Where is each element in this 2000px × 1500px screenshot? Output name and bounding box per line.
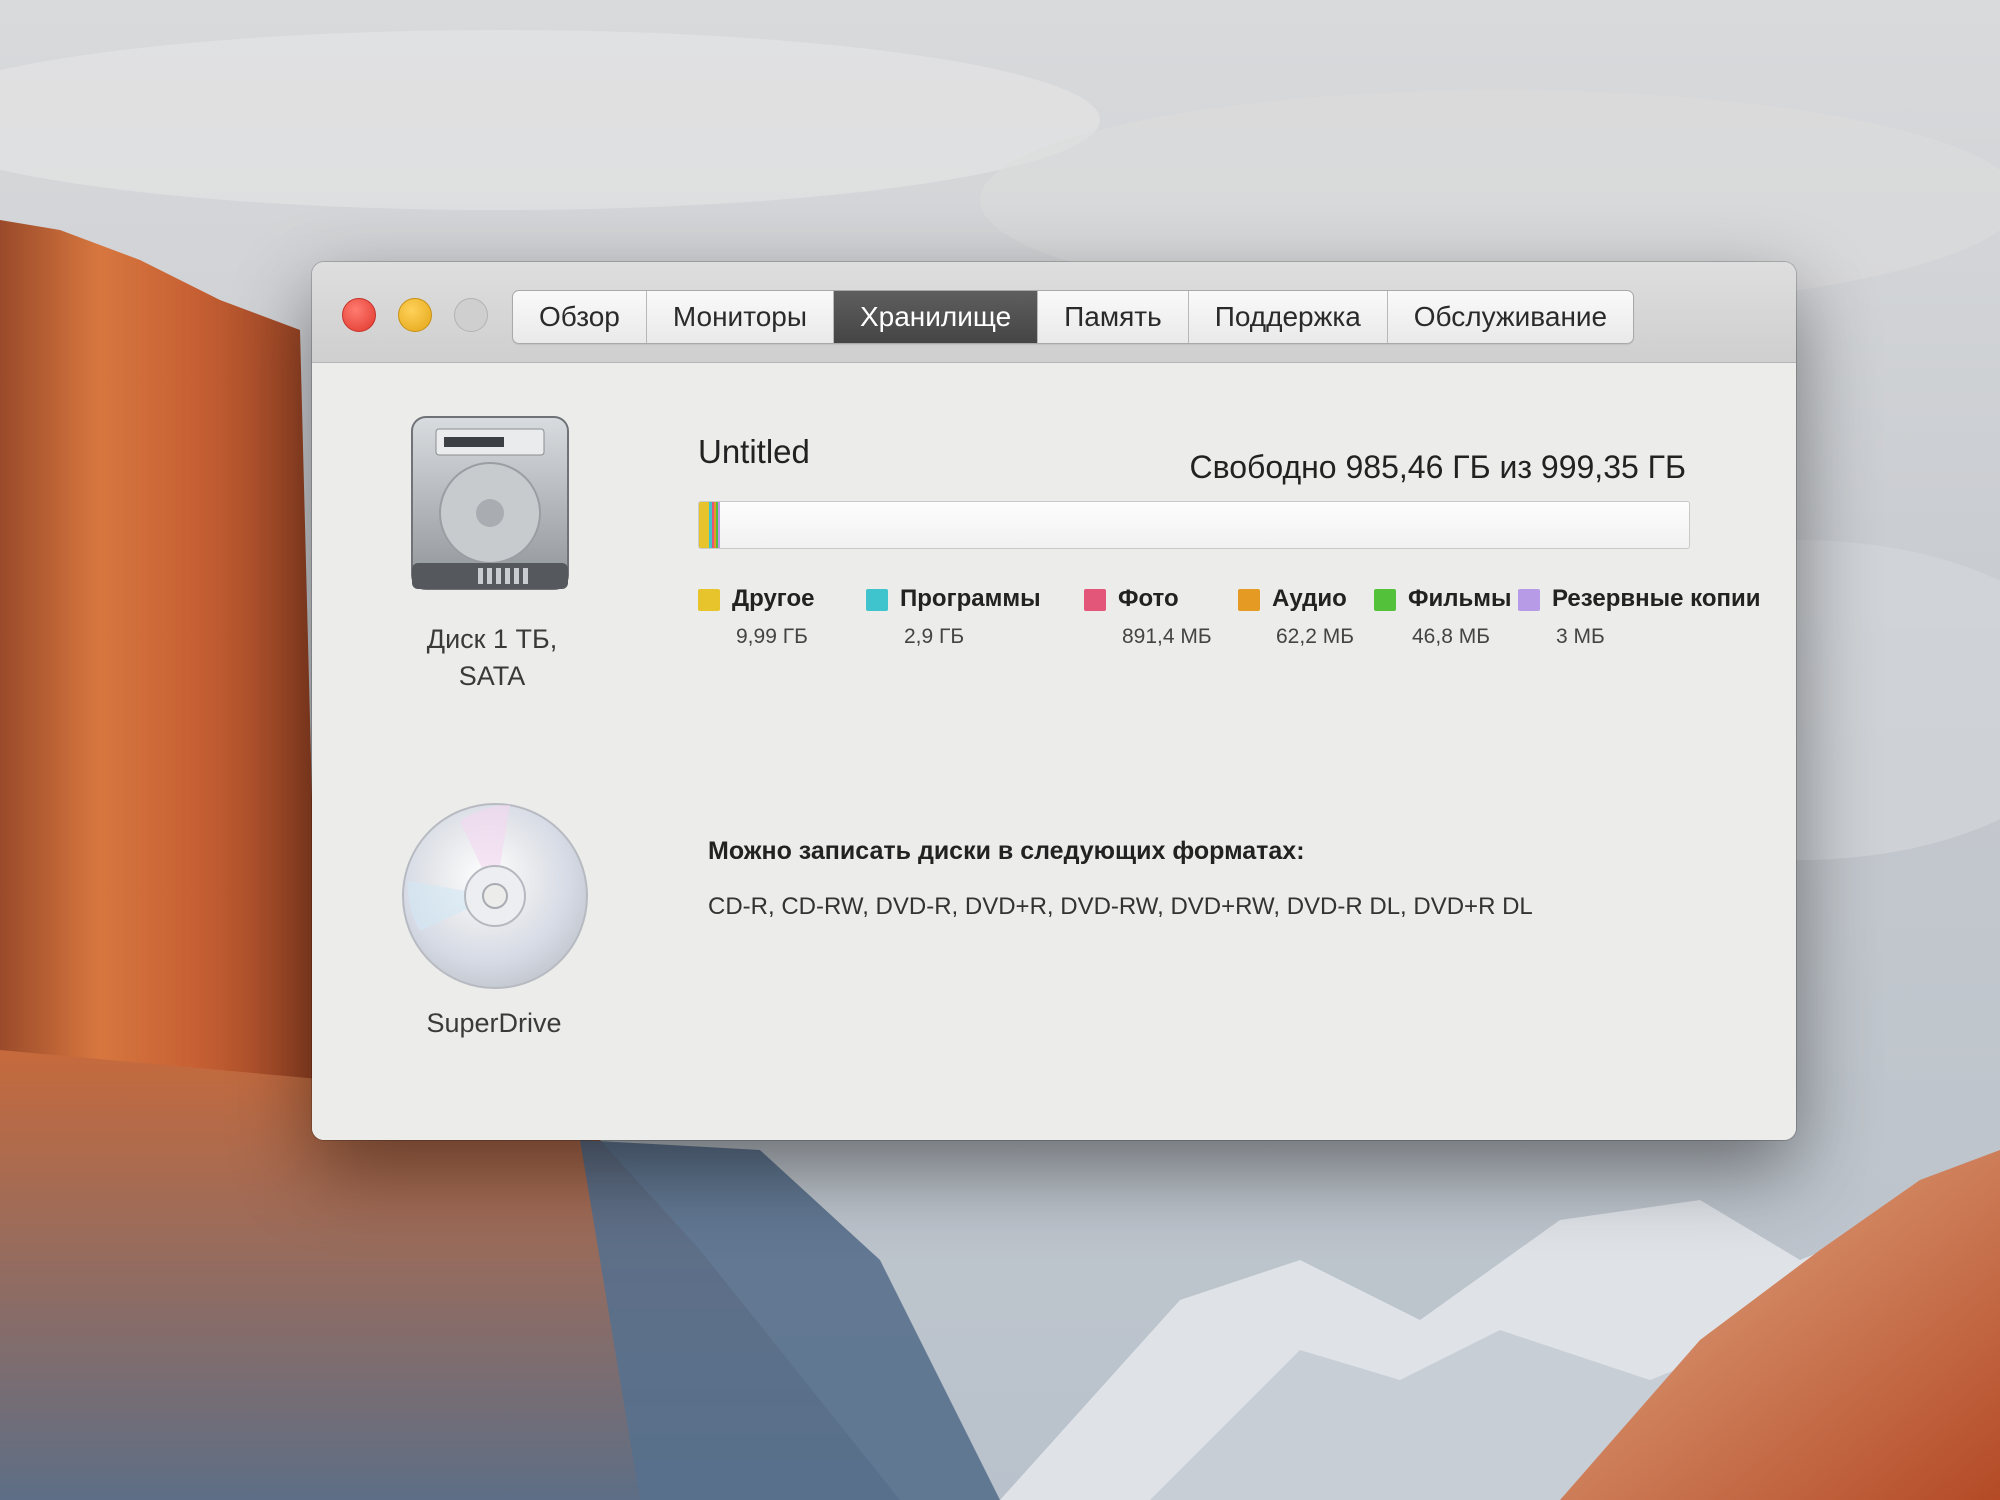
hard-drive-label-line1: Диск 1 ТБ, [426,624,558,654]
tab-bar: Обзор Мониторы Хранилище Память Поддержк… [512,290,1635,344]
legend-label-movies: Фильмы [1408,585,1512,612]
system-information-window: Обзор Мониторы Хранилище Память Поддержк… [312,262,1796,1140]
tab-service[interactable]: Обслуживание [1388,291,1633,343]
zoom-window-button[interactable] [454,298,488,332]
burn-formats-list: CD-R, CD-RW, DVD-R, DVD+R, DVD-RW, DVD+R… [708,893,1533,920]
legend-value-backups: 3 МБ [1556,625,1605,648]
legend-value-photos: 891,4 МБ [1122,625,1212,648]
legend-swatch-movies [1374,589,1396,611]
storage-usage-bar [698,501,1690,549]
minimize-window-button[interactable] [398,298,432,332]
tab-memory[interactable]: Память [1038,291,1189,343]
optical-disc-icon[interactable] [400,801,590,991]
burn-formats-title: Можно записать диски в следующих формата… [708,837,1305,865]
legend-swatch-apps [866,589,888,611]
usage-segment-other [699,502,709,548]
volume-name: Untitled [698,433,810,470]
close-window-button[interactable] [342,298,376,332]
hard-drive-label: Диск 1 ТБ, SATA [362,621,622,695]
legend-label-apps: Программы [900,585,1041,612]
legend-swatch-audio [1238,589,1260,611]
tab-overview[interactable]: Обзор [513,291,647,343]
free-space-text: Свободно 985,46 ГБ из 999,35 ГБ [1189,449,1686,485]
usage-segment-backups [717,502,720,548]
hard-drive-icon[interactable] [406,413,574,599]
hard-drive-label-line2: SATA [458,661,526,691]
storage-pane: Диск 1 ТБ, SATA SuperDrive Untitled Своб… [312,363,1796,1140]
superdrive-label: SuperDrive [426,1008,562,1038]
legend-value-apps: 2,9 ГБ [904,625,965,648]
legend-swatch-photos [1084,589,1106,611]
legend-label-backups: Резервные копии [1552,585,1761,612]
storage-legend: Другое 9,99 ГБ Программы 2,9 ГБ Фото 891… [698,585,1778,675]
legend-swatch-other [698,589,720,611]
tab-storage[interactable]: Хранилище [833,291,1039,343]
legend-value-movies: 46,8 МБ [1412,625,1490,648]
tab-support[interactable]: Поддержка [1189,291,1388,343]
legend-label-other: Другое [732,585,815,612]
tab-displays[interactable]: Мониторы [647,291,834,343]
legend-swatch-backups [1518,589,1540,611]
legend-value-audio: 62,2 МБ [1276,625,1354,648]
legend-label-audio: Аудио [1272,585,1347,612]
legend-label-photos: Фото [1118,585,1179,612]
window-titlebar: Обзор Мониторы Хранилище Память Поддержк… [312,262,1796,363]
legend-value-other: 9,99 ГБ [736,625,808,648]
